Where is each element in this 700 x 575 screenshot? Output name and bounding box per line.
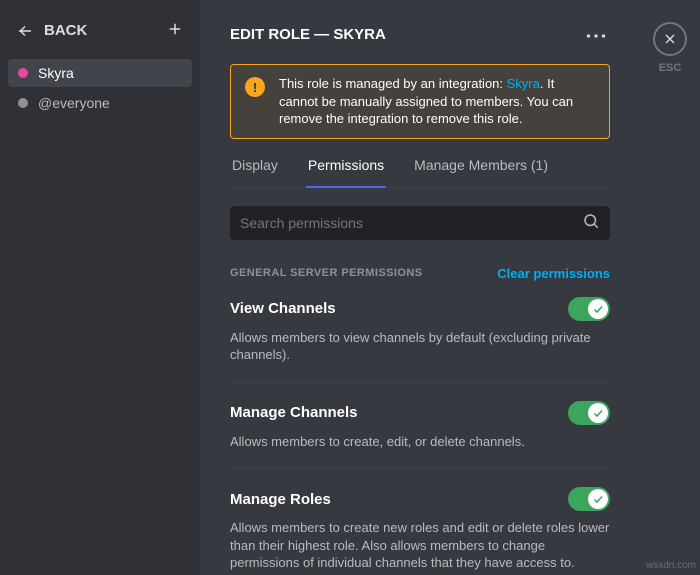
toggle-view-channels[interactable] <box>568 297 610 321</box>
more-horizontal-icon <box>586 33 606 39</box>
permission-manage-channels: Manage Channels Allows members to create… <box>230 401 610 470</box>
section-heading-row: GENERAL SERVER PERMISSIONS Clear permiss… <box>230 266 610 281</box>
arrow-left-icon <box>16 22 34 40</box>
permission-desc: Allows members to create new roles and e… <box>230 519 610 572</box>
search-icon <box>582 212 600 233</box>
role-name: @everyone <box>38 95 110 111</box>
permission-manage-roles: Manage Roles Allows members to create ne… <box>230 487 610 575</box>
toggle-knob <box>588 489 608 509</box>
role-color-dot <box>18 98 28 108</box>
search-input[interactable] <box>240 215 582 231</box>
more-options-button[interactable] <box>582 22 610 46</box>
toggle-knob <box>588 403 608 423</box>
close-column: ESC <box>640 0 700 575</box>
page-title: EDIT ROLE — SKYRA <box>230 26 386 43</box>
permission-view-channels: View Channels Allows members to view cha… <box>230 297 610 383</box>
warning-icon: ! <box>245 77 265 97</box>
tab-display[interactable]: Display <box>230 157 280 187</box>
permission-title: Manage Roles <box>230 491 331 508</box>
integration-link[interactable]: Skyra <box>507 76 540 91</box>
integration-notice: ! This role is managed by an integration… <box>230 64 610 139</box>
main-panel: EDIT ROLE — SKYRA ! This role is managed… <box>200 0 640 575</box>
role-item-everyone[interactable]: @everyone <box>8 89 192 117</box>
permission-desc: Allows members to create, edit, or delet… <box>230 433 610 451</box>
permission-desc: Allows members to view channels by defau… <box>230 329 610 364</box>
watermark: wsxdn.com <box>646 560 696 571</box>
role-name: Skyra <box>38 65 74 81</box>
toggle-manage-roles[interactable] <box>568 487 610 511</box>
tab-manage-members[interactable]: Manage Members (1) <box>412 157 550 187</box>
check-icon <box>592 493 604 505</box>
search-permissions[interactable] <box>230 206 610 240</box>
section-heading: GENERAL SERVER PERMISSIONS <box>230 267 423 279</box>
sidebar-header: BACK <box>8 16 192 59</box>
add-role-button[interactable] <box>166 20 184 41</box>
role-color-dot <box>18 68 28 78</box>
close-icon <box>662 31 678 47</box>
header-row: EDIT ROLE — SKYRA <box>230 22 610 46</box>
notice-text: This role is managed by an integration: … <box>279 75 595 128</box>
roles-sidebar: BACK Skyra @everyone <box>0 0 200 575</box>
tab-permissions[interactable]: Permissions <box>306 157 386 187</box>
permission-title: View Channels <box>230 300 336 317</box>
toggle-manage-channels[interactable] <box>568 401 610 425</box>
plus-icon <box>166 20 184 38</box>
clear-permissions-link[interactable]: Clear permissions <box>497 266 610 281</box>
check-icon <box>592 303 604 315</box>
tabs: Display Permissions Manage Members (1) <box>230 157 610 188</box>
back-label: BACK <box>44 22 87 39</box>
permission-title: Manage Channels <box>230 404 358 421</box>
esc-label: ESC <box>659 62 682 74</box>
close-button[interactable] <box>653 22 687 56</box>
role-item-skyra[interactable]: Skyra <box>8 59 192 87</box>
check-icon <box>592 407 604 419</box>
back-button[interactable]: BACK <box>16 22 87 40</box>
toggle-knob <box>588 299 608 319</box>
